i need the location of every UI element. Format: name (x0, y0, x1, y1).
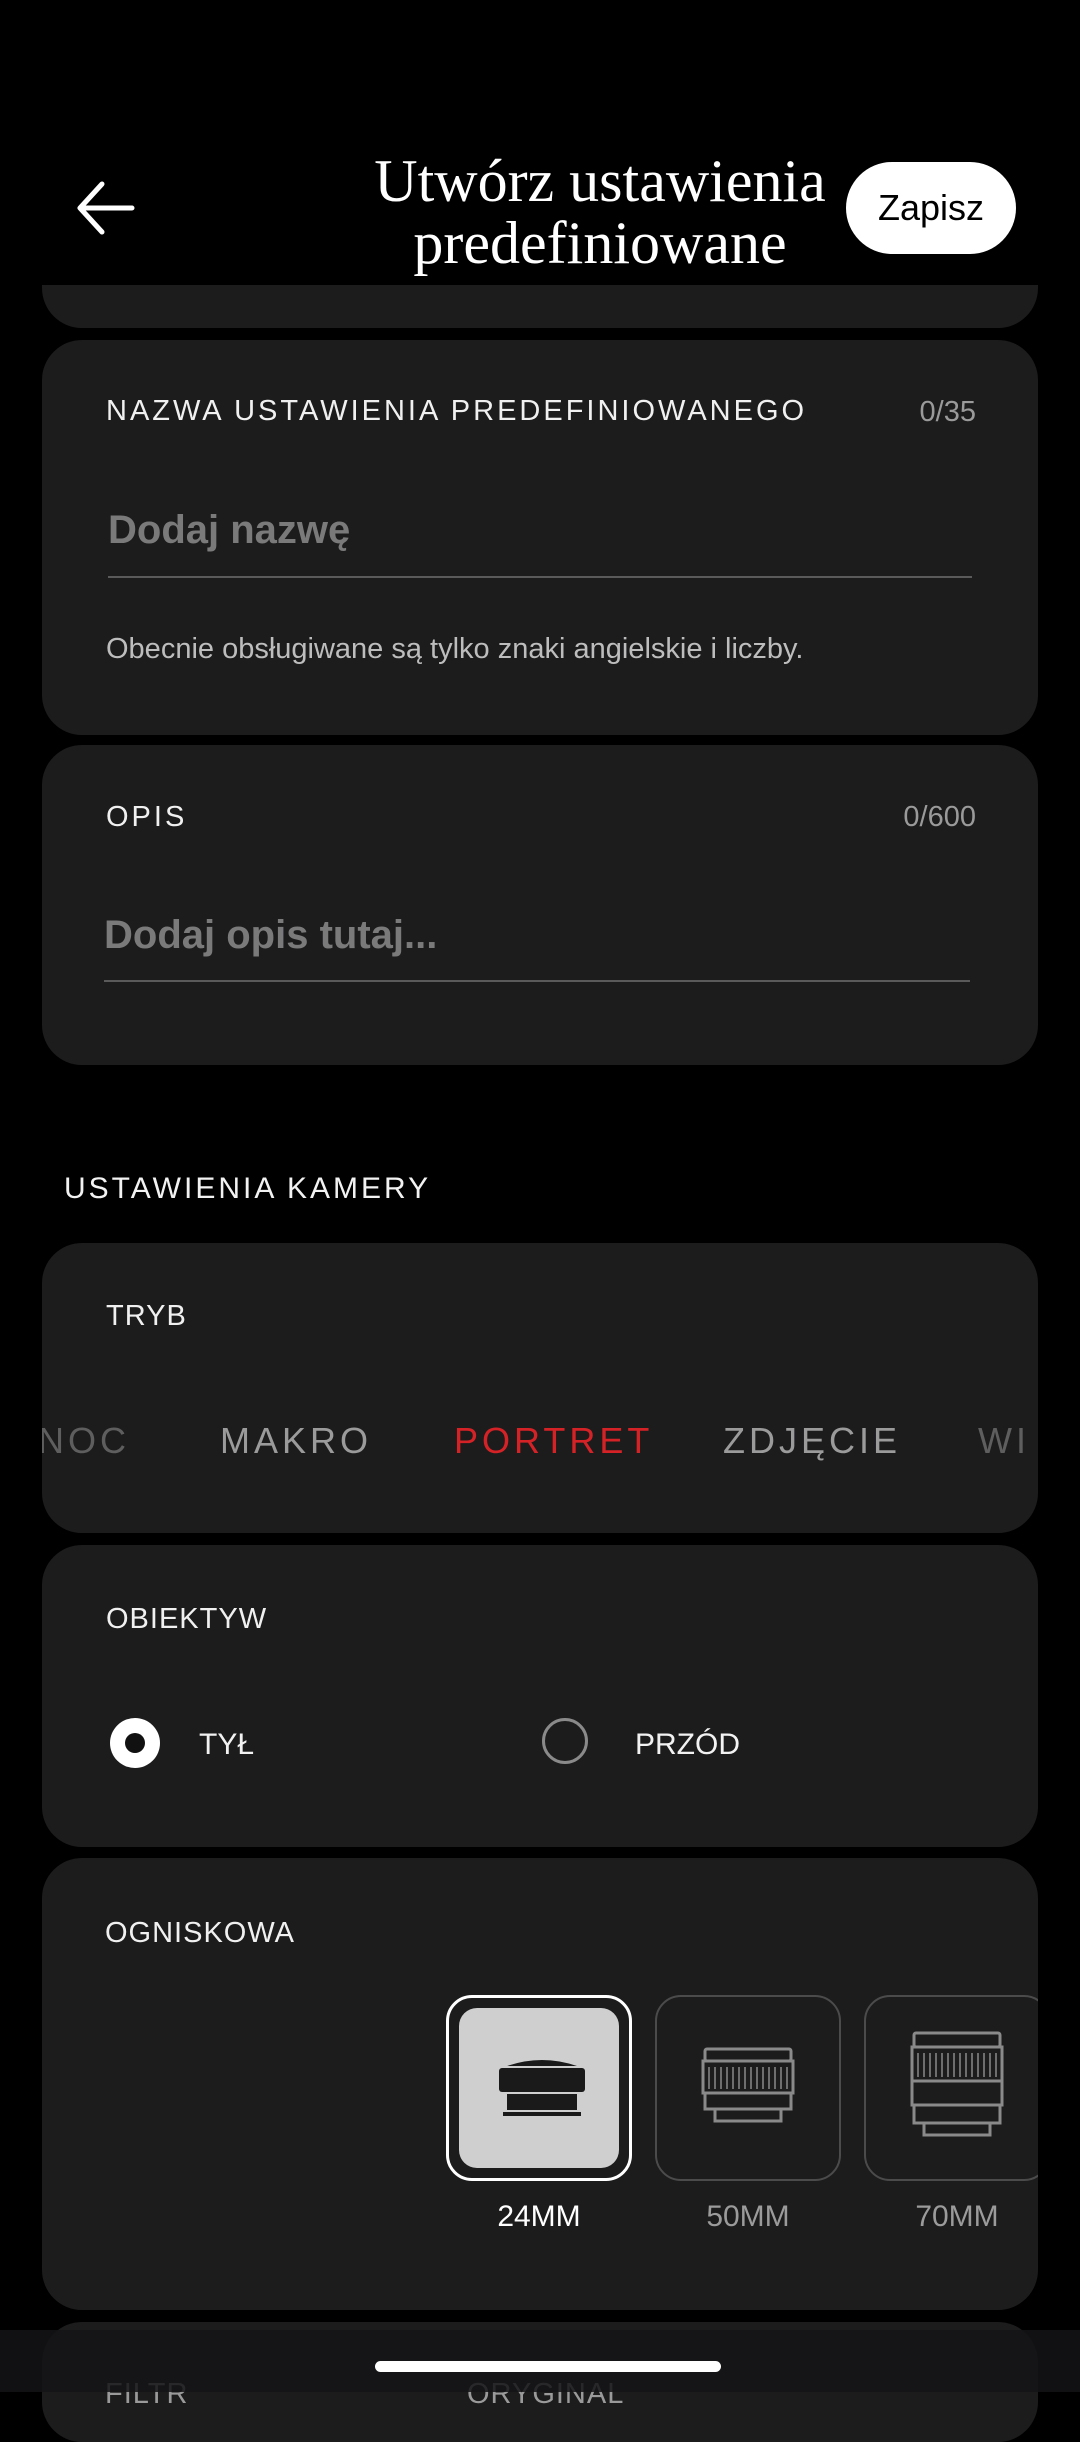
mode-option-wi[interactable]: WI (978, 1420, 1030, 1462)
description-counter: 0/600 (903, 801, 976, 833)
mode-option-makro[interactable]: MAKRO (220, 1420, 372, 1462)
lens-label: OBIEKTYW (106, 1603, 268, 1635)
description-underline (104, 980, 970, 982)
radio-front[interactable] (542, 1718, 588, 1764)
mode-carousel[interactable]: NOC MAKRO PORTRET ZDJĘCIE WI (42, 1243, 1038, 1533)
focal-length-card: OGNISKOWA (42, 1858, 1038, 2310)
description-input[interactable]: Dodaj opis tutaj... (104, 913, 437, 958)
home-indicator[interactable] (375, 2361, 721, 2372)
preset-name-input[interactable]: Dodaj nazwę (108, 508, 350, 553)
description-card: OPIS 0/600 Dodaj opis tutaj... (42, 745, 1038, 1065)
page-title: Utwórz ustawienia predefiniowane (340, 150, 860, 274)
preset-name-label: NAZWA USTAWIENIA PREDEFINIOWANEGO (106, 395, 808, 427)
back-arrow-icon[interactable] (72, 175, 138, 241)
preset-name-underline (108, 576, 972, 578)
description-label: OPIS (106, 801, 188, 833)
camera-settings-title: USTAWIENIA KAMERY (64, 1172, 432, 1205)
radio-rear-label[interactable]: TYŁ (199, 1728, 254, 1762)
save-button[interactable]: Zapisz (846, 162, 1016, 254)
preset-name-helper: Obecnie obsługiwane są tylko znaki angie… (106, 633, 804, 665)
radio-rear-selected[interactable] (110, 1718, 160, 1768)
radio-front-label[interactable]: PRZÓD (635, 1728, 740, 1762)
page-title-line-2: predefiniowane (413, 210, 787, 276)
preset-name-card: NAZWA USTAWIENIA PREDEFINIOWANEGO 0/35 D… (42, 340, 1038, 735)
mode-option-noc[interactable]: NOC (42, 1420, 130, 1462)
focal-length-label: OGNISKOWA (105, 1917, 295, 1949)
preset-name-counter: 0/35 (919, 396, 976, 428)
mode-option-zdjecie[interactable]: ZDJĘCIE (723, 1420, 901, 1462)
app-header: Utwórz ustawienia predefiniowane Zapisz (0, 0, 1080, 285)
lens-card: OBIEKTYW TYŁ PRZÓD (42, 1545, 1038, 1847)
page-title-line-1: Utwórz ustawienia (374, 148, 826, 214)
mode-option-portret[interactable]: PORTRET (454, 1420, 653, 1462)
